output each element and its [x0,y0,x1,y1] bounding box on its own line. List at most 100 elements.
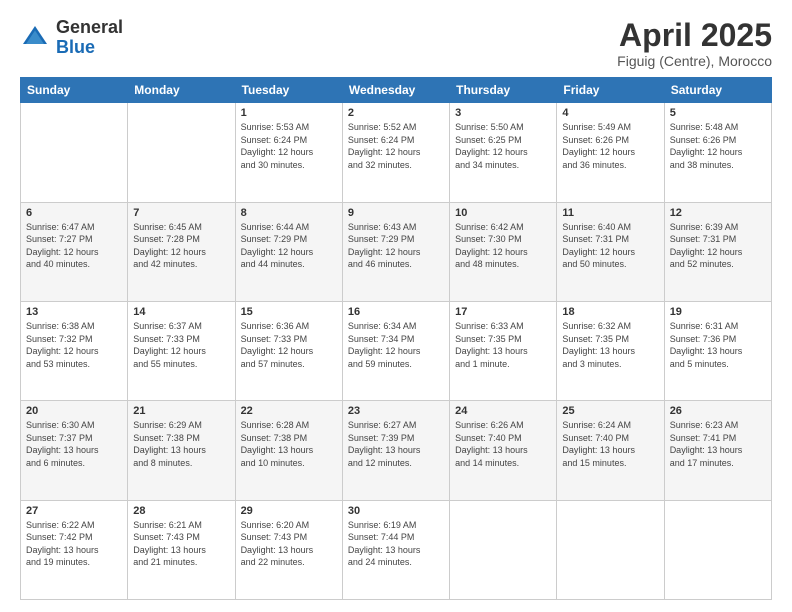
logo: General Blue [20,18,123,58]
table-row: 4 Sunrise: 5:49 AM Sunset: 6:26 PM Daylig… [557,103,664,202]
day-number: 2 [348,107,444,119]
day-number: 28 [133,505,229,517]
day-number: 18 [562,306,658,318]
day-info: Sunrise: 6:20 AM Sunset: 7:43 PM Dayligh… [241,519,337,569]
day-info: Sunrise: 6:39 AM Sunset: 7:31 PM Dayligh… [670,221,766,271]
table-row: 23Sunrise: 6:27 AM Sunset: 7:39 PM Dayli… [342,401,449,500]
table-row: 20 Sunrise: 6:30 AM Sunset: 7:37 PM Dayli… [21,401,128,500]
table-row: 13Sunrise: 6:38 AM Sunset: 7:32 PM Dayli… [21,301,128,400]
table-row: 10 Sunrise: 6:42 AM Sunset: 7:30 PM Dayli… [450,202,557,301]
day-number: 15 [241,306,337,318]
day-info: Sunrise: 5:48 AM Sunset: 6:26 PM Dayligh… [670,121,766,171]
table-row: 28Sunrise: 6:21 AM Sunset: 7:43 PM Dayli… [128,500,235,599]
day-number: 6 [26,207,122,219]
day-number: 19 [670,306,766,318]
day-number: 14 [133,306,229,318]
day-number: 5 [670,107,766,119]
day-info: Sunrise: 6:28 AM Sunset: 7:38 PM Dayligh… [241,419,337,469]
table-row [450,500,557,599]
header-saturday: Saturday [664,78,771,103]
day-number: 20 [26,405,122,417]
table-row: 12 Sunrise: 6:39 AM Sunset: 7:31 PM Dayli… [664,202,771,301]
table-row: 8Sunrise: 6:44 AM Sunset: 7:29 PM Daylig… [235,202,342,301]
table-row [557,500,664,599]
table-row: 1 Sunrise: 5:53 AM Sunset: 6:24 PM Daylig… [235,103,342,202]
table-row: 27Sunrise: 6:22 AM Sunset: 7:42 PM Dayli… [21,500,128,599]
logo-icon [20,23,50,53]
day-info: Sunrise: 6:37 AM Sunset: 7:33 PM Dayligh… [133,320,229,370]
table-row: 2 Sunrise: 5:52 AM Sunset: 6:24 PM Daylig… [342,103,449,202]
day-info: Sunrise: 6:22 AM Sunset: 7:42 PM Dayligh… [26,519,122,569]
weekday-header-row: Sunday Monday Tuesday Wednesday Thursday… [21,78,772,103]
table-row: 29 Sunrise: 6:20 AM Sunset: 7:43 PM Dayli… [235,500,342,599]
logo-general-text: General [56,17,123,37]
day-info: Sunrise: 6:47 AM Sunset: 7:27 PM Dayligh… [26,221,122,271]
table-row: 16Sunrise: 6:34 AM Sunset: 7:34 PM Dayli… [342,301,449,400]
table-row: 6 Sunrise: 6:47 AM Sunset: 7:27 PM Daylig… [21,202,128,301]
week-row-1: 1 Sunrise: 5:53 AM Sunset: 6:24 PM Daylig… [21,103,772,202]
page: General Blue April 2025 Figuig (Centre),… [0,0,792,612]
table-row [21,103,128,202]
day-number: 12 [670,207,766,219]
day-info: Sunrise: 6:45 AM Sunset: 7:28 PM Dayligh… [133,221,229,271]
day-info: Sunrise: 6:42 AM Sunset: 7:30 PM Dayligh… [455,221,551,271]
day-number: 3 [455,107,551,119]
title-month: April 2025 [617,18,772,53]
day-number: 29 [241,505,337,517]
day-number: 10 [455,207,551,219]
header-tuesday: Tuesday [235,78,342,103]
table-row [664,500,771,599]
day-info: Sunrise: 6:30 AM Sunset: 7:37 PM Dayligh… [26,419,122,469]
table-row: 22 Sunrise: 6:28 AM Sunset: 7:38 PM Dayli… [235,401,342,500]
day-info: Sunrise: 6:29 AM Sunset: 7:38 PM Dayligh… [133,419,229,469]
day-number: 17 [455,306,551,318]
day-info: Sunrise: 6:38 AM Sunset: 7:32 PM Dayligh… [26,320,122,370]
day-number: 26 [670,405,766,417]
table-row: 15Sunrise: 6:36 AM Sunset: 7:33 PM Dayli… [235,301,342,400]
header-wednesday: Wednesday [342,78,449,103]
day-info: Sunrise: 6:31 AM Sunset: 7:36 PM Dayligh… [670,320,766,370]
table-row: 26 Sunrise: 6:23 AM Sunset: 7:41 PM Dayli… [664,401,771,500]
day-info: Sunrise: 6:24 AM Sunset: 7:40 PM Dayligh… [562,419,658,469]
day-info: Sunrise: 6:19 AM Sunset: 7:44 PM Dayligh… [348,519,444,569]
day-info: Sunrise: 5:50 AM Sunset: 6:25 PM Dayligh… [455,121,551,171]
day-info: Sunrise: 6:32 AM Sunset: 7:35 PM Dayligh… [562,320,658,370]
day-number: 25 [562,405,658,417]
day-info: Sunrise: 6:26 AM Sunset: 7:40 PM Dayligh… [455,419,551,469]
table-row: 25 Sunrise: 6:24 AM Sunset: 7:40 PM Dayli… [557,401,664,500]
table-row: 11 Sunrise: 6:40 AM Sunset: 7:31 PM Dayli… [557,202,664,301]
day-number: 30 [348,505,444,517]
title-location: Figuig (Centre), Morocco [617,53,772,69]
week-row-3: 13Sunrise: 6:38 AM Sunset: 7:32 PM Dayli… [21,301,772,400]
header-friday: Friday [557,78,664,103]
week-row-4: 20 Sunrise: 6:30 AM Sunset: 7:37 PM Dayli… [21,401,772,500]
day-info: Sunrise: 5:49 AM Sunset: 6:26 PM Dayligh… [562,121,658,171]
day-number: 7 [133,207,229,219]
day-number: 9 [348,207,444,219]
day-number: 11 [562,207,658,219]
table-row: 24 Sunrise: 6:26 AM Sunset: 7:40 PM Dayli… [450,401,557,500]
calendar-table: Sunday Monday Tuesday Wednesday Thursday… [20,77,772,600]
day-number: 1 [241,107,337,119]
day-info: Sunrise: 6:23 AM Sunset: 7:41 PM Dayligh… [670,419,766,469]
table-row: 3 Sunrise: 5:50 AM Sunset: 6:25 PM Daylig… [450,103,557,202]
day-info: Sunrise: 6:40 AM Sunset: 7:31 PM Dayligh… [562,221,658,271]
day-number: 24 [455,405,551,417]
day-info: Sunrise: 5:52 AM Sunset: 6:24 PM Dayligh… [348,121,444,171]
top-header: General Blue April 2025 Figuig (Centre),… [20,18,772,69]
day-info: Sunrise: 6:27 AM Sunset: 7:39 PM Dayligh… [348,419,444,469]
logo-blue-text: Blue [56,37,95,57]
day-number: 22 [241,405,337,417]
table-row: 14 Sunrise: 6:37 AM Sunset: 7:33 PM Dayli… [128,301,235,400]
table-row: 5 Sunrise: 5:48 AM Sunset: 6:26 PM Daylig… [664,103,771,202]
table-row [128,103,235,202]
day-info: Sunrise: 6:43 AM Sunset: 7:29 PM Dayligh… [348,221,444,271]
week-row-2: 6 Sunrise: 6:47 AM Sunset: 7:27 PM Daylig… [21,202,772,301]
day-info: Sunrise: 6:34 AM Sunset: 7:34 PM Dayligh… [348,320,444,370]
header-monday: Monday [128,78,235,103]
table-row: 17Sunrise: 6:33 AM Sunset: 7:35 PM Dayli… [450,301,557,400]
day-info: Sunrise: 5:53 AM Sunset: 6:24 PM Dayligh… [241,121,337,171]
day-number: 4 [562,107,658,119]
day-number: 8 [241,207,337,219]
day-number: 21 [133,405,229,417]
